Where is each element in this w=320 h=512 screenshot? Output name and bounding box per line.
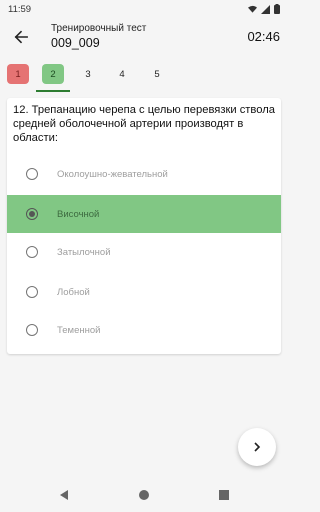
timer: 02:46	[247, 29, 280, 44]
answer-label: Околоушно-жевательной	[57, 168, 168, 180]
test-subtitle: Тренировочный тест	[51, 23, 147, 34]
question-card: 12. Трепанацию черепа с целью перевязки …	[7, 98, 281, 354]
nav-back-icon[interactable]	[58, 489, 70, 501]
title-block: Тренировочный тест 009_009	[51, 23, 146, 51]
tab-question-5[interactable]: 5	[146, 64, 168, 84]
tab-question-2[interactable]: 2	[42, 64, 64, 84]
tab-question-3[interactable]: 3	[77, 64, 99, 84]
wifi-icon	[248, 5, 257, 13]
tab-question-4[interactable]: 4	[111, 64, 133, 84]
nav-home-icon[interactable]	[138, 489, 150, 501]
status-icons	[248, 4, 280, 14]
radio-button[interactable]	[26, 246, 38, 258]
status-time: 11:59	[8, 3, 32, 15]
battery-icon	[274, 4, 280, 14]
back-button[interactable]	[10, 26, 32, 48]
question-tabs: 1 2 3 4 5	[0, 60, 288, 92]
system-nav-bar	[0, 478, 288, 512]
chevron-right-icon	[254, 442, 261, 452]
status-bar: 11:59	[0, 0, 288, 18]
radio-dot	[29, 211, 35, 217]
active-tab-indicator	[36, 90, 70, 92]
answer-label: Височной	[57, 208, 100, 220]
radio-button-checked[interactable]	[26, 208, 38, 220]
nav-recents-icon[interactable]	[218, 489, 230, 501]
radio-button[interactable]	[26, 286, 38, 298]
signal-icon	[261, 4, 270, 14]
answer-label: Затылочной	[57, 246, 111, 258]
answer-label: Теменной	[57, 324, 101, 336]
answer-option-2[interactable]: Височной	[7, 195, 281, 233]
radio-button[interactable]	[26, 324, 38, 336]
answer-option-1[interactable]: Околоушно-жевательной	[7, 155, 281, 193]
answer-label: Лобной	[57, 286, 90, 298]
radio-button[interactable]	[26, 168, 38, 180]
test-title: 009_009	[51, 36, 100, 50]
tab-question-1[interactable]: 1	[7, 64, 29, 84]
next-question-button[interactable]	[238, 428, 276, 466]
answer-option-4[interactable]: Лобной	[7, 273, 281, 311]
arrow-back-icon	[14, 30, 28, 44]
app-bar: Тренировочный тест 009_009 02:46	[0, 18, 288, 58]
question-text: 12. Трепанацию черепа с целью перевязки …	[13, 104, 275, 144]
answer-option-3[interactable]: Затылочной	[7, 233, 281, 271]
answer-option-5[interactable]: Теменной	[7, 311, 281, 349]
